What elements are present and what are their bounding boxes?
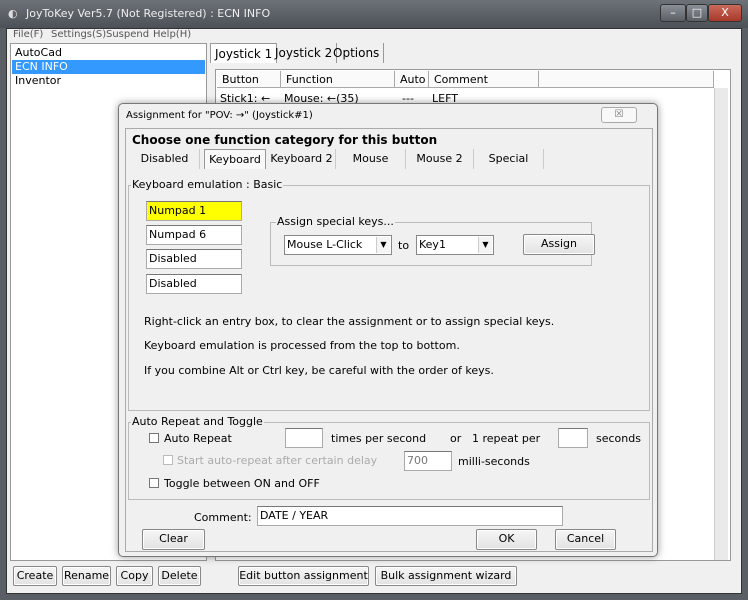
menu-help[interactable]: Help(H) (153, 29, 191, 40)
comment-input[interactable]: DATE / YEAR (257, 506, 563, 526)
assignment-dialog: Assignment for "POV: →" (Joystick#1) ☒ C… (118, 103, 658, 557)
special-keys-label: Assign special keys... (276, 215, 395, 228)
column-header[interactable]: Button (217, 71, 281, 88)
profile-item[interactable]: Inventor (12, 74, 205, 88)
dialog-body: Choose one function category for this bu… (125, 128, 653, 552)
clear-button[interactable]: Clear (142, 529, 205, 550)
assign-button[interactable]: Assign (523, 234, 595, 255)
dropdown-arrow-icon: ▼ (478, 237, 492, 253)
tab-disabled[interactable]: Disabled (130, 149, 200, 169)
auto-repeat-group-label: Auto Repeat and Toggle (131, 415, 264, 428)
target-key-value: Key1 (419, 238, 446, 251)
keyboard-emulation-label: Keyboard emulation : Basic (131, 178, 284, 191)
one-repeat-per-label: 1 repeat per (472, 432, 541, 445)
special-key-value: Mouse L-Click (287, 238, 363, 251)
dialog-close-button[interactable]: ☒ (601, 107, 637, 123)
toggle-checkbox[interactable] (149, 478, 159, 488)
help-text: If you combine Alt or Ctrl key, be caref… (144, 364, 494, 377)
key-entry-2[interactable]: Numpad 6 (146, 225, 242, 245)
dialog-title: Assignment for "POV: →" (Joystick#1) (126, 110, 313, 121)
menu-bar: File(F) Settings(S) Suspend Help(H) (7, 29, 741, 43)
seconds-label: seconds (596, 432, 641, 445)
or-label: or (450, 432, 462, 445)
tab-joystick-2[interactable]: Joystick 2 (271, 43, 338, 63)
profile-item[interactable]: AutoCad (12, 46, 205, 60)
key-entry-4[interactable]: Disabled (146, 274, 242, 294)
window-title: JoyToKey Ver5.7 (Not Registered) : ECN I… (26, 7, 271, 20)
target-key-select[interactable]: Key1 ▼ (416, 235, 494, 255)
menu-suspend[interactable]: Suspend (106, 29, 149, 40)
bulk-assignment-wizard-button[interactable]: Bulk assignment wizard (375, 566, 517, 586)
help-text: Keyboard emulation is processed from the… (144, 339, 460, 352)
comment-label: Comment: (194, 511, 252, 524)
rename-button[interactable]: Rename (62, 566, 111, 586)
tab-special[interactable]: Special (474, 149, 544, 169)
tab-options[interactable]: Options (329, 43, 385, 63)
cancel-button[interactable]: Cancel (555, 529, 616, 550)
column-header[interactable]: Auto (395, 71, 429, 88)
delete-button[interactable]: Delete (158, 566, 201, 586)
dialog-heading: Choose one function category for this bu… (132, 133, 438, 147)
delay-checkbox[interactable] (163, 455, 173, 465)
ok-button[interactable]: OK (476, 529, 537, 550)
edit-button-assignment-button[interactable]: Edit button assignment (238, 566, 369, 586)
column-header[interactable]: Function (281, 71, 395, 88)
tab-keyboard[interactable]: Keyboard (204, 149, 266, 169)
milli-seconds-label: milli-seconds (458, 455, 530, 468)
delay-label: Start auto-repeat after certain delay (177, 454, 378, 467)
vertical-scrollbar[interactable] (714, 88, 728, 560)
times-per-second-input[interactable] (285, 428, 323, 448)
copy-button[interactable]: Copy (116, 566, 153, 586)
column-header[interactable]: Comment (429, 71, 539, 88)
close-button[interactable]: X (708, 4, 742, 22)
help-text: Right-click an entry box, to clear the a… (144, 315, 555, 328)
title-bar: ◐ JoyToKey Ver5.7 (Not Registered) : ECN… (0, 0, 748, 28)
menu-file[interactable]: File(F) (13, 29, 43, 40)
auto-repeat-label: Auto Repeat (164, 432, 232, 445)
maximize-button[interactable]: □ (686, 4, 708, 22)
app-icon: ◐ (8, 7, 18, 20)
key-entry-3[interactable]: Disabled (146, 249, 242, 269)
times-per-second-label: times per second (331, 432, 427, 445)
tab-keyboard-2[interactable]: Keyboard 2 (268, 149, 336, 169)
tab-mouse[interactable]: Mouse (336, 149, 406, 169)
create-button[interactable]: Create (13, 566, 57, 586)
tab-joystick-1[interactable]: Joystick 1 (210, 43, 278, 63)
auto-repeat-checkbox[interactable] (149, 433, 159, 443)
key-entry-1[interactable]: Numpad 1 (146, 201, 242, 221)
to-label: to (398, 239, 410, 252)
special-key-select[interactable]: Mouse L-Click ▼ (284, 235, 392, 255)
column-header-blank (539, 71, 714, 88)
delay-input[interactable]: 700 (404, 451, 452, 471)
menu-settings[interactable]: Settings(S) (51, 29, 106, 40)
toggle-label: Toggle between ON and OFF (164, 477, 320, 490)
repeat-seconds-input[interactable] (558, 428, 588, 448)
profile-item-selected[interactable]: ECN INFO (12, 60, 205, 74)
tab-mouse-2[interactable]: Mouse 2 (406, 149, 474, 169)
minimize-button[interactable]: – (660, 4, 686, 22)
dropdown-arrow-icon: ▼ (376, 237, 390, 253)
